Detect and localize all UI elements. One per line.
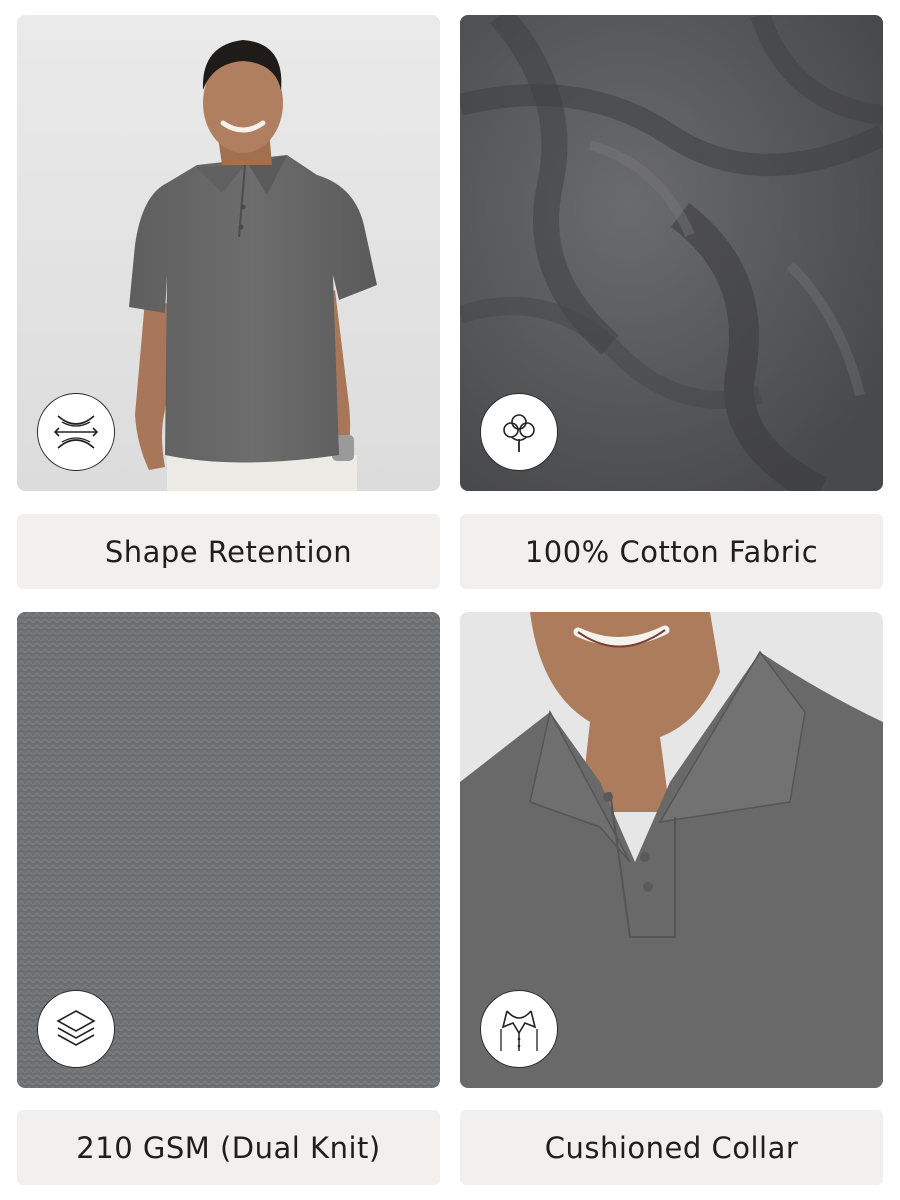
feature-image-fabric — [460, 15, 883, 491]
feature-label-shape-retention: Shape Retention — [17, 514, 440, 589]
feature-image-collar — [460, 612, 883, 1088]
stretch-arrows-icon — [37, 393, 115, 471]
feature-label-cotton-fabric: 100% Cotton Fabric — [460, 514, 883, 589]
cotton-flower-icon — [480, 393, 558, 471]
collar-icon — [480, 990, 558, 1068]
feature-image-knit — [17, 612, 440, 1088]
feature-image-model — [17, 15, 440, 491]
feature-label-gsm: 210 GSM (Dual Knit) — [17, 1110, 440, 1185]
feature-label-cushioned-collar: Cushioned Collar — [460, 1110, 883, 1185]
layers-icon — [37, 990, 115, 1068]
